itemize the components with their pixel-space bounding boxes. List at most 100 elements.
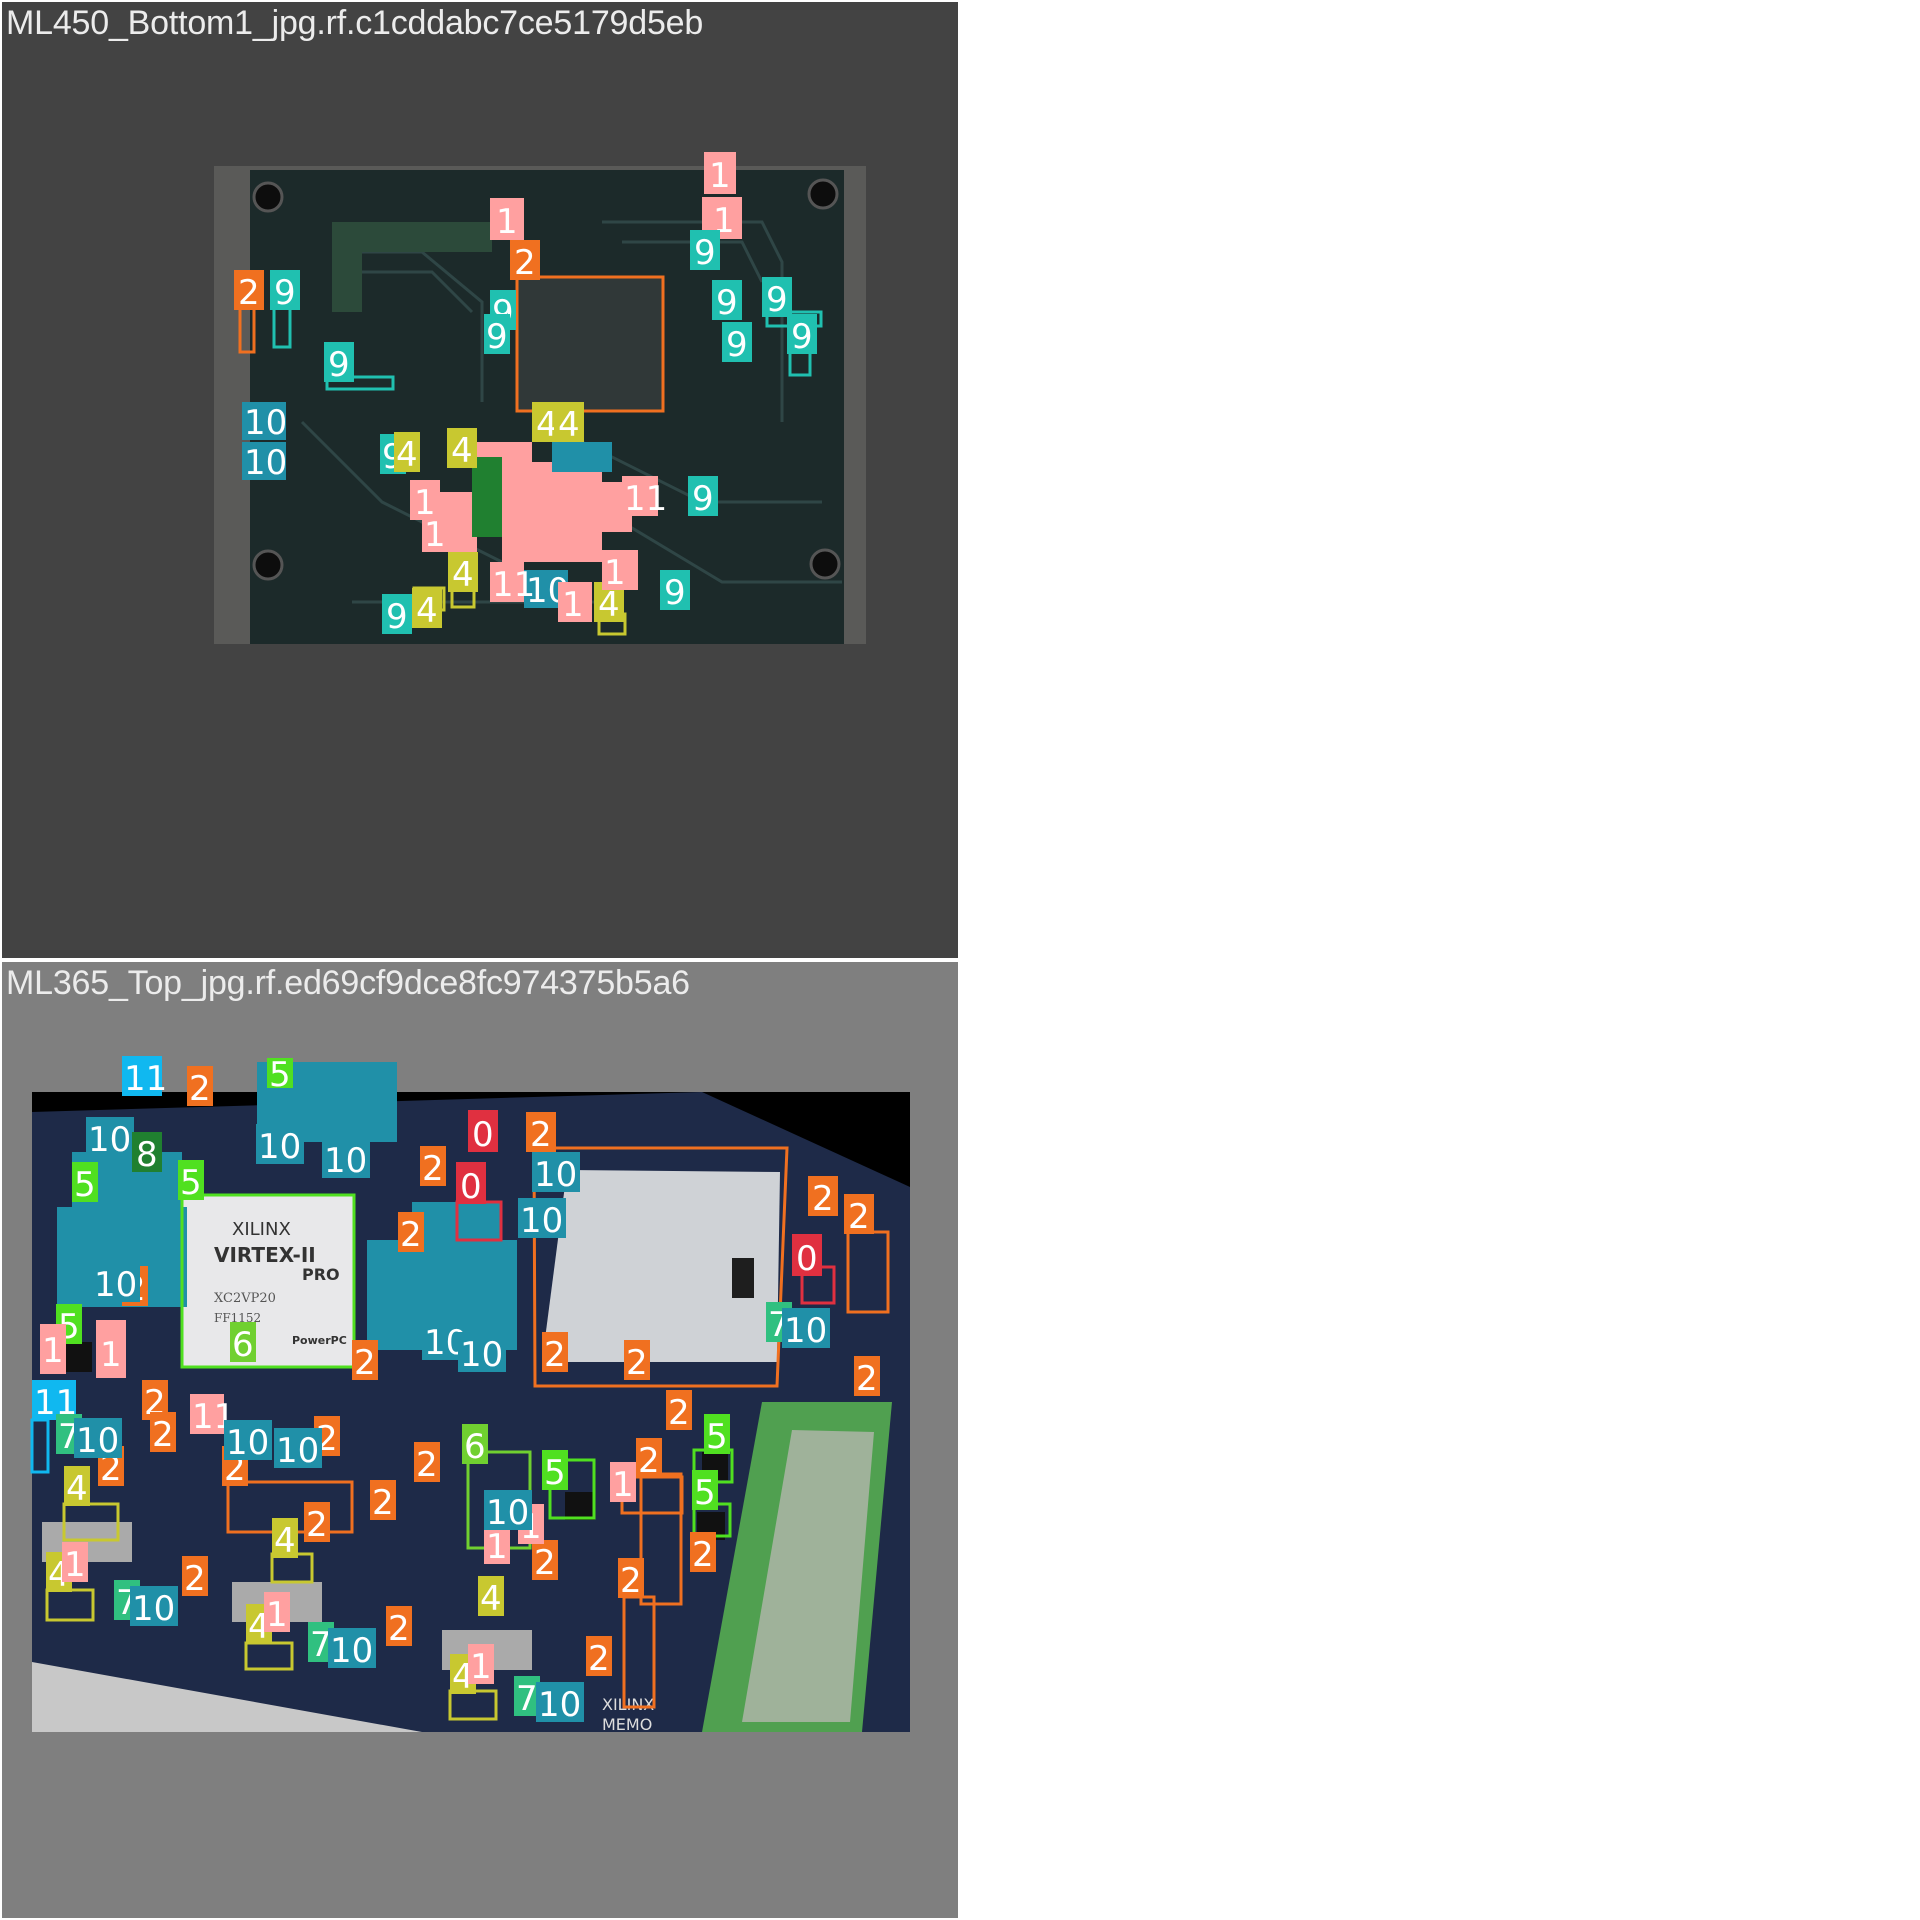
board-brand: XILINX [602,1695,654,1714]
detection-label: 2 [184,1559,206,1599]
detection-label: 10 [330,1631,373,1671]
detection-label: 9 [726,325,748,365]
detection-label: 0 [460,1167,482,1207]
detection-cluster-teal [552,442,612,472]
detection-label: 2 [416,1445,438,1485]
detection-label: 2 [588,1639,610,1679]
detection-label: 9 [274,273,296,313]
detection-label: 10 [244,443,287,483]
detection-label: 0 [472,1115,494,1155]
detection-label: 9 [791,317,813,357]
detection-label: 9 [694,233,716,273]
detection-label: 8 [136,1135,158,1175]
detection-label: 6 [232,1325,254,1365]
detection-label: 10 [76,1421,119,1461]
detection-label: 2 [534,1543,556,1583]
detection-label: 10 [520,1201,563,1241]
chip-family: VIRTEX-II [214,1243,316,1267]
detection-label: 2 [626,1343,648,1383]
detection-label: 10 [460,1335,503,1375]
detection-label: 1 [64,1545,86,1585]
detection-label: 2 [638,1441,660,1481]
detection-label: 1 [100,1335,122,1375]
detection-label: 2 [238,273,260,313]
detection-label: 1 [612,1465,634,1505]
detection-label: 2 [692,1535,714,1575]
card-slot-latch [732,1258,754,1298]
detection-label: 7 [516,1679,538,1719]
detection-label: 0 [796,1239,818,1279]
detection-label: 2 [306,1505,328,1545]
detection-label: 10 [538,1685,581,1725]
detection-label: 2 [812,1179,834,1219]
detection-label: 1 [496,202,518,242]
image-panel-bottom: XILINX VIRTEX-II PRO XC2VP20 FF1152 Powe… [2,962,958,1918]
detection-label: 9 [692,479,714,519]
detection-label: 2 [189,1069,211,1109]
chip-brand: XILINX [232,1219,291,1240]
detection-label: 11 [624,479,667,519]
detection-label: 9 [664,573,686,613]
detection-label: 9 [386,597,408,637]
detection-label: 4 [451,431,473,471]
detection-label: 1 [42,1331,64,1371]
detection-label: 4 [396,435,418,475]
detection-label: 9 [328,345,350,385]
detection-label: 10 [244,403,287,443]
detection-label: 4 [66,1469,88,1509]
detection-label: 1 [604,553,626,593]
pcb-top-scene: XILINX VIRTEX-II PRO XC2VP20 FF1152 Powe… [30,1055,910,1734]
detection-label: 2 [400,1215,422,1255]
detection-label: 5 [180,1163,202,1203]
detection-label: 10 [88,1120,131,1160]
image-panel-top: 1 1 1 2 2 9 9 9 9 9 9 9 9 9 9 9 9 9 10 1… [2,2,958,958]
detection-label: 10 [258,1127,301,1167]
detection-label: 1 [266,1595,288,1635]
detection-label: 10 [534,1155,577,1195]
detection-label: 2 [422,1149,444,1189]
detection-label: 5 [694,1473,716,1513]
sd-slot-region [517,277,663,411]
detection-label: 1 [562,585,584,625]
detection-label: 11 [124,1059,167,1099]
detection-label: 2 [152,1415,174,1455]
detection-label: 1 [486,1527,508,1567]
detection-label: 4 [452,555,474,595]
detection-label: 10 [784,1311,827,1351]
detection-label: 9 [486,317,508,357]
detection-label: 5 [269,1055,291,1095]
chip-part: XC2VP20 [214,1291,276,1306]
detection-label: 4 [274,1521,296,1561]
detection-label: 9 [716,283,738,323]
detection-label: 10 [226,1423,269,1463]
chip-suffix: PRO [302,1265,340,1284]
detection-label: 2 [848,1197,870,1237]
detection-label: 5 [74,1165,96,1205]
detection-label: 5 [706,1417,728,1457]
detection-label: 10 [324,1141,367,1181]
detection-label: 2 [530,1115,552,1155]
detection-label: 2 [668,1393,690,1433]
detection-label: 4 [416,591,438,631]
detection-label: 10 [132,1589,175,1629]
detection-label: 9 [766,280,788,320]
detection-label: 2 [514,243,536,283]
detection-label: 2 [544,1335,566,1375]
detection-label: 6 [464,1427,486,1467]
image-caption: ML450_Bottom1_jpg.rf.c1cddabc7ce5179d5eb [6,4,704,42]
chip-logo: PowerPC [292,1334,347,1347]
detection-label: 1 [709,156,731,196]
detection-label: 2 [372,1483,394,1523]
detection-label: 2 [856,1359,878,1399]
board-brand-2: MEMO [602,1715,652,1734]
image-caption: ML365_Top_jpg.rf.ed69cf9dce8fc974375b5a6 [6,964,690,1002]
detection-label: 10 [94,1265,137,1305]
detection-label: 10 [276,1431,319,1471]
detection-label: 4 [558,405,580,445]
detection-label: 11 [492,565,535,605]
detection-label: 2 [354,1343,376,1383]
detection-label: 2 [388,1609,410,1649]
detection-label: 4 [480,1579,502,1619]
detection-cluster-green [472,457,502,537]
detection-label: 5 [544,1453,566,1493]
